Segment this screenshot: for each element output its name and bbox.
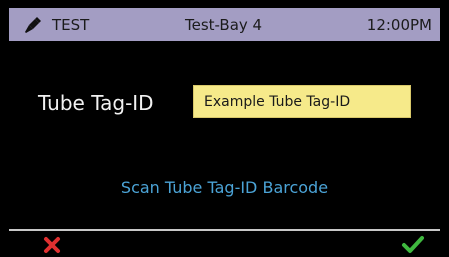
scan-barcode-button[interactable]: Scan Tube Tag-ID Barcode [0, 178, 449, 198]
location-label: Test-Bay 4 [185, 16, 263, 34]
pen-icon [23, 15, 43, 35]
device-screen: TEST Test-Bay 4 12:00PM Tube Tag-ID Scan… [0, 0, 449, 257]
confirm-button[interactable] [401, 234, 425, 256]
close-icon [44, 237, 60, 253]
tube-tag-id-label: Tube Tag-ID [38, 91, 154, 115]
checkmark-icon [402, 236, 424, 253]
mode-label: TEST [52, 16, 90, 34]
cancel-button[interactable] [42, 235, 62, 255]
tube-tag-id-input[interactable] [193, 85, 411, 118]
status-bar: TEST Test-Bay 4 12:00PM [9, 8, 440, 41]
footer-divider [9, 229, 440, 231]
clock: 12:00PM [366, 16, 432, 34]
